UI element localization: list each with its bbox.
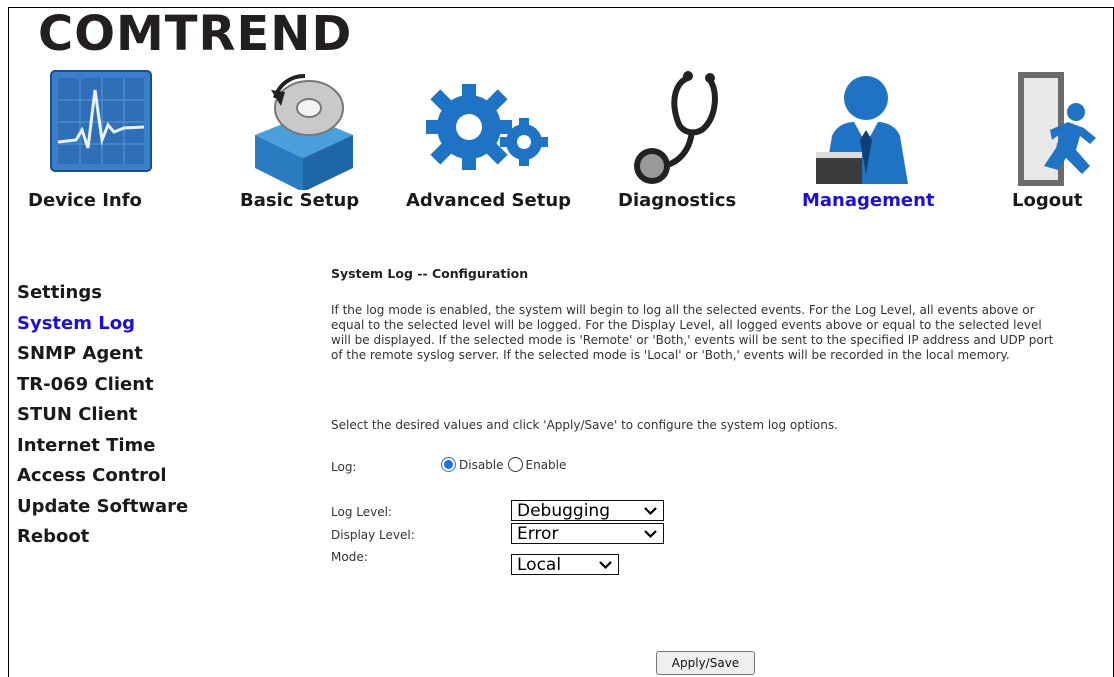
content-panel: System Log -- Configuration If the log m… (258, 255, 1106, 677)
comtrend-logo: COMTREND (38, 6, 353, 62)
nav-label-device-info: Device Info (28, 190, 142, 211)
log-level-value: Debugging (517, 501, 610, 521)
chevron-down-icon (644, 530, 657, 539)
nav-diagnostics[interactable]: Diagnostics (618, 60, 758, 240)
management-icon (816, 76, 908, 184)
nav-label-management: Management (802, 190, 935, 211)
sidebar-item-access-control[interactable]: Access Control (17, 461, 188, 492)
display-level-label: Display Level: (331, 528, 415, 542)
advanced-setup-icon (426, 84, 548, 170)
log-enable-label: Enable (525, 457, 567, 472)
log-enable-radio[interactable] (507, 457, 523, 472)
page-description: If the log mode is enabled, the system w… (331, 303, 1054, 362)
sidebar-item-internet-time[interactable]: Internet Time (17, 431, 188, 462)
sidebar-item-snmp-agent[interactable]: SNMP Agent (17, 339, 188, 370)
apply-save-button[interactable]: Apply/Save (656, 651, 755, 675)
basic-setup-icon (255, 73, 353, 190)
sidebar-item-system-log[interactable]: System Log (17, 309, 188, 340)
nav-advanced-setup[interactable]: Advanced Setup (402, 60, 592, 240)
nav-basic-setup[interactable]: Basic Setup (230, 60, 380, 240)
sidebar-item-tr069-client[interactable]: TR-069 Client (17, 370, 188, 401)
sidebar-menu: Settings System Log SNMP Agent TR-069 Cl… (17, 278, 188, 553)
nav-label-basic-setup: Basic Setup (240, 190, 360, 211)
sidebar-item-update-software[interactable]: Update Software (17, 492, 188, 523)
diagnostics-icon (634, 71, 718, 184)
page-instruction: Select the desired values and click 'App… (331, 418, 838, 432)
display-level-select[interactable]: Error (511, 523, 664, 544)
display-level-value: Error (517, 524, 559, 544)
chevron-down-icon (644, 507, 657, 516)
sidebar-item-reboot[interactable]: Reboot (17, 522, 188, 553)
device-info-icon (50, 70, 152, 172)
log-label: Log: (331, 460, 357, 474)
mode-select[interactable]: Local (511, 554, 619, 575)
nav-label-diagnostics: Diagnostics (618, 190, 737, 211)
nav-label-logout: Logout (1012, 190, 1083, 211)
nav-logout[interactable]: Logout (1000, 60, 1105, 240)
logout-icon (1018, 72, 1096, 186)
log-radio-group: Disable Enable (441, 457, 566, 472)
log-disable-label: Disable (459, 457, 504, 472)
mode-value: Local (517, 555, 562, 575)
sidebar-item-stun-client[interactable]: STUN Client (17, 400, 188, 431)
sidebar-item-settings[interactable]: Settings (17, 278, 188, 309)
nav-management[interactable]: Management (800, 60, 950, 240)
log-level-select[interactable]: Debugging (511, 500, 664, 521)
nav-device-info[interactable]: Device Info (18, 60, 178, 240)
mode-label: Mode: (331, 550, 368, 564)
chevron-down-icon (599, 561, 612, 570)
log-disable-radio[interactable] (441, 457, 456, 472)
log-level-label: Log Level: (331, 505, 392, 519)
nav-label-advanced-setup: Advanced Setup (406, 190, 572, 211)
page-title: System Log -- Configuration (331, 266, 529, 281)
